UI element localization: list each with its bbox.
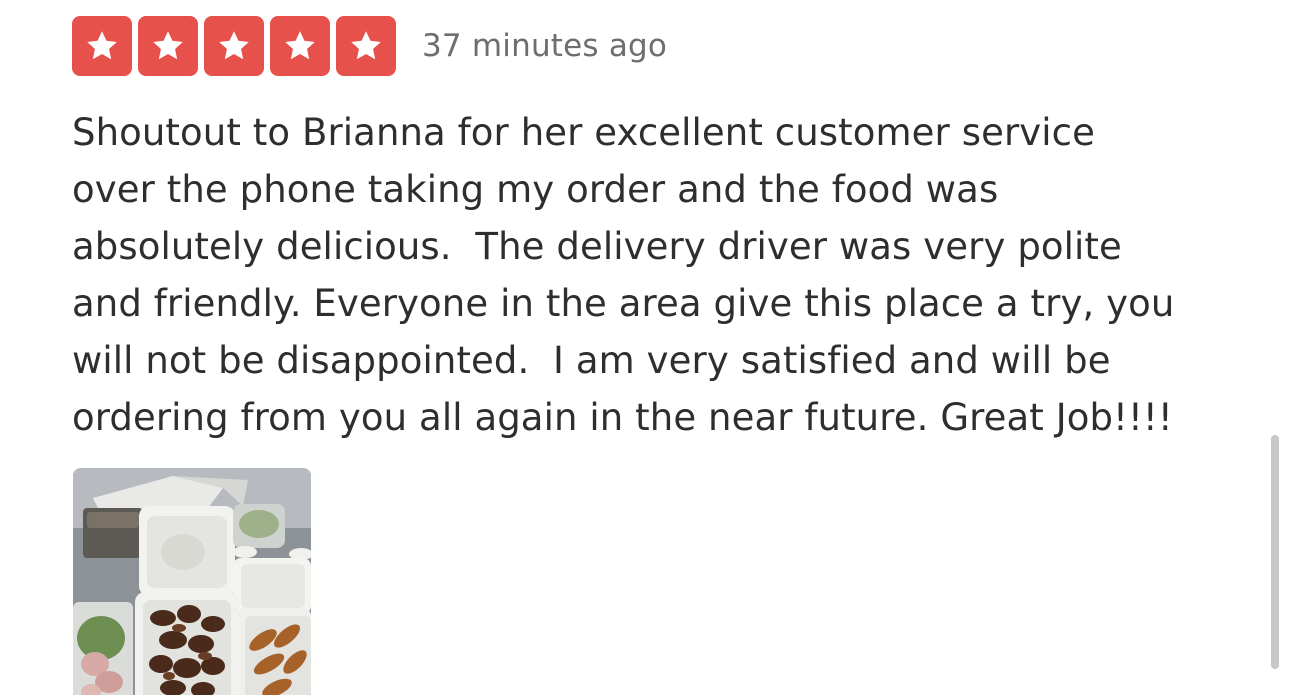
star-box [336, 16, 396, 76]
scrollbar-thumb[interactable] [1271, 435, 1279, 669]
star-box [270, 16, 330, 76]
star-icon [351, 31, 381, 60]
star-icon [153, 31, 183, 60]
star-box [72, 16, 132, 76]
star-rating [72, 16, 396, 76]
review-text-line: over the phone taking my order and the f… [72, 168, 999, 211]
review-text-line: will not be disappointed. I am very sati… [72, 339, 1111, 382]
food-photo-image [73, 468, 311, 695]
review-text-line: and friendly. Everyone in the area give … [72, 282, 1175, 325]
star-icon [219, 31, 249, 60]
rating-row: 37 minutes ago [72, 16, 667, 76]
star-icon [285, 31, 315, 60]
review-card: 37 minutes ago Shoutout to Brianna for h… [0, 0, 1290, 695]
review-text-line: ordering from you all again in the near … [72, 396, 1173, 439]
star-box [138, 16, 198, 76]
star-icon [87, 31, 117, 60]
review-text-line: Shoutout to Brianna for her excellent cu… [72, 111, 1095, 154]
review-timestamp: 37 minutes ago [422, 28, 668, 64]
review-text: Shoutout to Brianna for her excellent cu… [72, 104, 1222, 446]
star-box [204, 16, 264, 76]
review-text-line: absolutely delicious. The delivery drive… [72, 225, 1122, 268]
review-photo[interactable] [73, 468, 311, 695]
